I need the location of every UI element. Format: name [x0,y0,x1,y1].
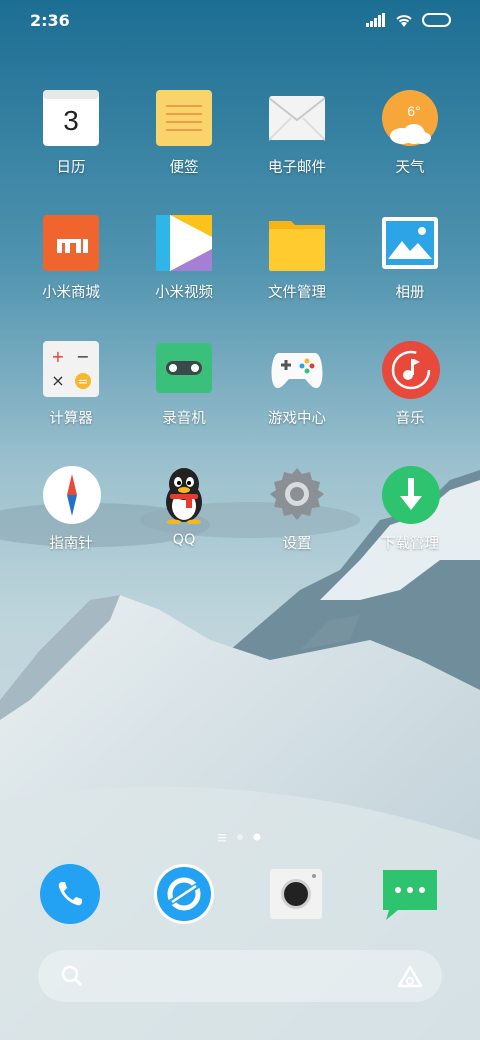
qq-icon [156,466,212,525]
mi-store-icon [43,215,99,271]
messages-icon [383,870,437,920]
app-label: 小米商城 [42,285,100,301]
game-center-icon [269,341,325,397]
status-time: 2:36 [30,11,70,30]
weather-temp: 6° [407,103,420,119]
svg-text:−: − [76,347,89,366]
file-manager-icon [269,215,325,271]
app-compass[interactable]: 指南针 [15,466,127,576]
app-label: 指南针 [49,536,93,552]
dock-phone[interactable] [40,864,100,924]
app-label: 音乐 [395,411,425,427]
app-label: 相册 [395,285,425,301]
search-bar[interactable] [38,950,442,1002]
browser-icon [154,864,214,924]
app-label: 计算器 [49,411,93,427]
music-icon [382,341,440,399]
calendar-date: 3 [63,105,79,136]
app-mi-video[interactable]: 小米视频 [128,215,240,325]
assistant-icon[interactable] [396,964,424,990]
svg-text:×: × [51,371,64,390]
dock-browser[interactable] [154,864,214,924]
app-label: 电子邮件 [268,160,326,176]
app-weather[interactable]: 6° 天气 [354,90,466,200]
app-mi-store[interactable]: 小米商城 [15,215,127,325]
app-file-manager[interactable]: 文件管理 [241,215,353,325]
app-label: 天气 [395,160,425,176]
page-list-icon [218,834,226,842]
app-calendar[interactable]: 3 日历 [15,90,127,200]
page-dot-active [253,833,261,841]
calendar-icon: 3 [43,90,99,146]
app-recorder[interactable]: 录音机 [128,341,240,451]
download-manager-icon [382,466,440,524]
app-download-manager[interactable]: 下载管理 [354,466,466,576]
app-notes[interactable]: 便签 [128,90,240,200]
app-game-center[interactable]: 游戏中心 [241,341,353,451]
camera-icon [270,869,322,919]
compass-icon [43,466,101,524]
search-icon[interactable] [60,964,84,988]
gallery-icon [382,215,438,271]
app-label: 文件管理 [268,285,326,301]
svg-text:+: + [51,347,64,366]
battery-icon [422,13,451,27]
app-label: 游戏中心 [268,411,326,427]
settings-icon [269,466,325,522]
app-label: 小米视频 [155,285,213,301]
app-qq[interactable]: QQ [128,466,240,576]
wifi-icon [396,15,412,27]
app-label: QQ [172,532,196,548]
app-label: 下载管理 [381,536,439,552]
app-settings[interactable]: 设置 [241,466,353,576]
app-label: 设置 [282,536,312,552]
app-label: 录音机 [162,411,206,427]
dock-camera[interactable] [266,864,326,924]
page-dot [237,834,243,840]
recorder-icon [156,341,212,397]
app-calculator[interactable]: + − × = 计算器 [15,341,127,451]
app-gallery[interactable]: 相册 [354,215,466,325]
mi-video-icon [156,215,212,271]
calculator-icon: + − × = [43,341,99,397]
app-music[interactable]: 音乐 [354,341,466,451]
page-indicator [0,828,480,842]
svg-text:=: = [78,375,89,390]
notes-icon [156,90,212,146]
phone-icon [40,864,100,924]
app-label: 日历 [56,160,86,176]
weather-icon: 6° [382,90,438,146]
app-label: 便签 [169,160,199,176]
status-bar: 2:36 [0,0,480,42]
app-email[interactable]: 电子邮件 [241,90,353,200]
signal-icon [366,13,385,27]
dock-messages[interactable] [380,864,440,924]
email-icon [268,90,326,146]
